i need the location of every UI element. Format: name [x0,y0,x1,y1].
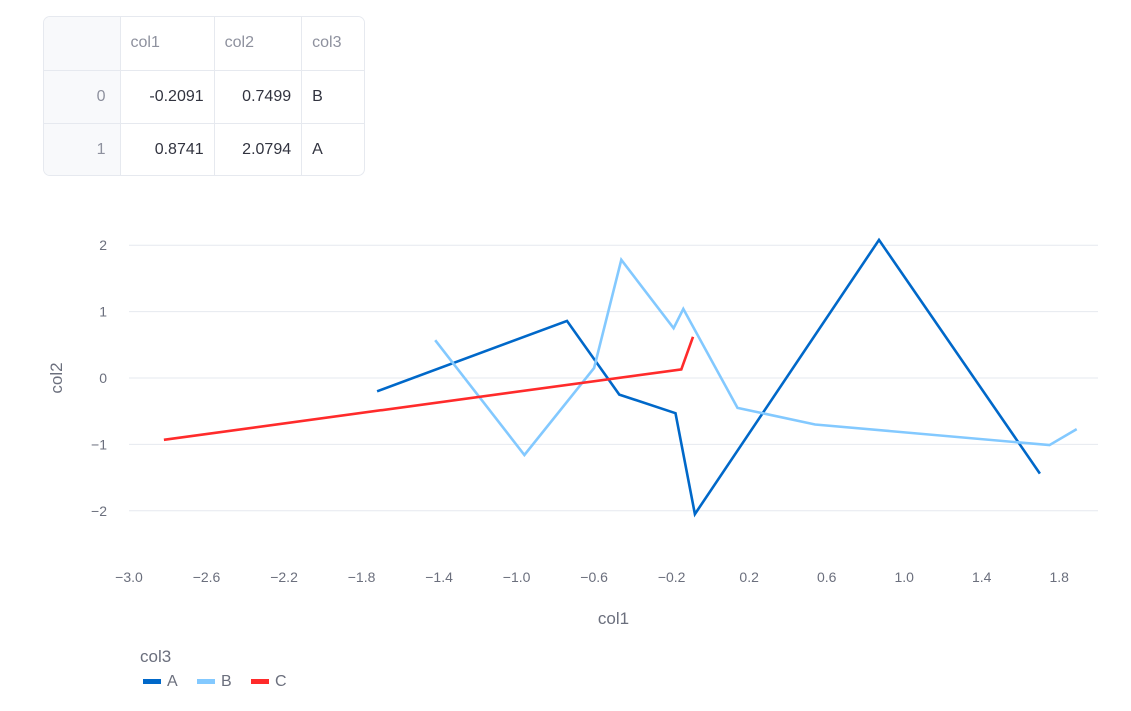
table-cell[interactable]: 2.0794 [214,123,303,175]
x-tick-label: −2.6 [193,569,221,585]
y-tick-label: −1 [91,436,107,452]
y-tick-label: 0 [99,370,107,386]
series-line-B[interactable] [434,256,1078,458]
line-chart[interactable]: −2 −1 0 1 2 −3.0 −2.6 −2.2 −1.8 −1.4 −1.0 −0.6 −0.2… [0,190,1131,705]
table-header-row: col1 col2 col3 [44,17,364,71]
x-tick-label: 0.6 [817,569,837,585]
table-cell[interactable]: -0.2091 [120,70,215,124]
legend-label-B[interactable]: B [221,673,232,690]
series-line-A[interactable] [376,237,1041,518]
y-tick-label: −2 [91,503,107,519]
column-header-col2[interactable]: col2 [214,17,303,71]
table-cell[interactable]: 0.7499 [214,70,303,124]
table-cell[interactable]: B [301,70,364,124]
legend-title: col3 [140,647,171,666]
table-cell[interactable]: 0.8741 [120,123,215,175]
dataframe-table: col1 col2 col3 0 -0.2091 0.7499 B 1 0.87… [43,16,365,176]
x-tick-label: 1.4 [972,569,992,585]
table-cell[interactable]: A [302,123,364,175]
x-axis-ticks: −3.0 −2.6 −2.2 −1.8 −1.4 −1.0 −0.6 −0.2 0.2 0.6 1.… [115,569,1069,585]
y-axis-ticks: −2 −1 0 1 2 [91,237,107,519]
legend-swatch-C [251,679,269,684]
legend-label-A[interactable]: A [167,673,178,690]
row-index: 1 [44,123,121,175]
table-row: 1 0.8741 2.0794 A [44,123,364,175]
chart-series-lines[interactable] [163,237,1078,518]
x-tick-label: −3.0 [115,569,143,585]
x-axis-title: col1 [598,609,629,628]
x-tick-label: −1.8 [348,569,376,585]
y-tick-label: 2 [99,237,107,253]
legend-label-C[interactable]: C [275,673,287,690]
legend-swatch-A [143,679,161,684]
x-tick-label: −1.0 [503,569,531,585]
x-tick-label: 1.0 [894,569,914,585]
chart-legend[interactable]: col3 A B C [140,647,287,690]
x-tick-label: 0.2 [739,569,759,585]
legend-swatch-B [197,679,215,684]
table-row: 0 -0.2091 0.7499 B [44,70,364,124]
y-axis-title: col2 [47,362,66,393]
x-tick-label: −1.4 [425,569,453,585]
x-tick-label: −0.2 [658,569,686,585]
x-tick-label: −2.2 [270,569,298,585]
index-header-cell [44,17,121,71]
column-header-col3[interactable]: col3 [301,17,364,71]
x-tick-label: 1.8 [1050,569,1070,585]
column-header-col1[interactable]: col1 [120,17,215,71]
y-tick-label: 1 [99,304,107,320]
row-index: 0 [44,70,121,124]
x-tick-label: −0.6 [580,569,608,585]
